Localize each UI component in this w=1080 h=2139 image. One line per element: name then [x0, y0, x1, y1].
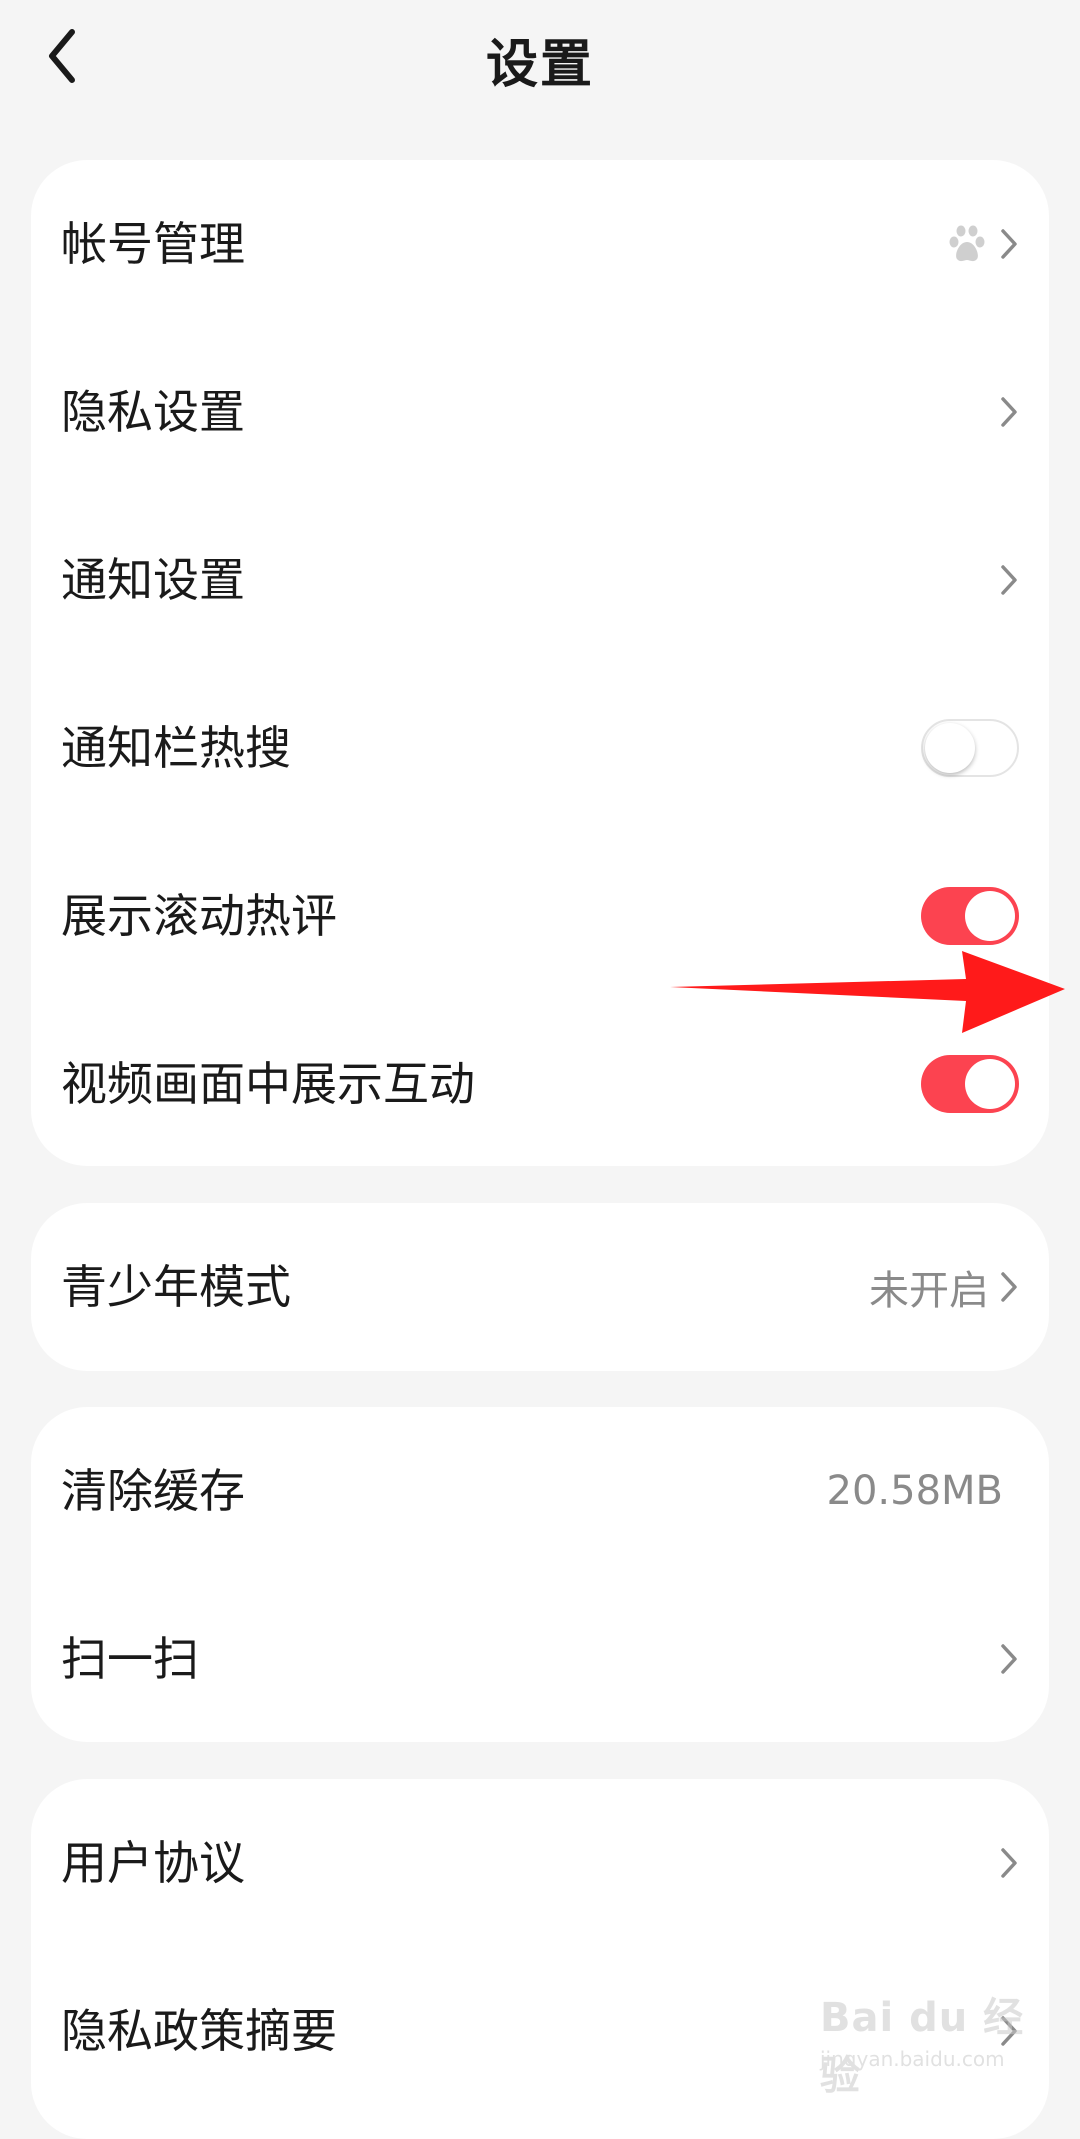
row-label: 清除缓存 — [61, 1464, 245, 1518]
chevron-right-icon — [1001, 1644, 1017, 1674]
settings-row-notification-hot-search: 通知栏热搜 — [31, 664, 1049, 832]
settings-row-video-interaction: 视频画面中展示互动 — [31, 1000, 1049, 1168]
settings-row-privacy-policy-summary[interactable]: 隐私政策摘要 — [31, 1947, 1049, 2115]
settings-row-notification[interactable]: 通知设置 — [31, 496, 1049, 664]
row-label: 隐私政策摘要 — [61, 2004, 337, 2058]
row-label: 扫一扫 — [61, 1632, 199, 1686]
settings-card-tools: 清除缓存 20.58MB 扫一扫 — [31, 1407, 1049, 1742]
row-label: 用户协议 — [61, 1836, 245, 1890]
row-label: 通知栏热搜 — [61, 721, 291, 775]
settings-row-user-agreement[interactable]: 用户协议 — [31, 1779, 1049, 1947]
settings-card-teen: 青少年模式 未开启 — [31, 1203, 1049, 1371]
settings-row-scrolling-comments: 展示滚动热评 — [31, 832, 1049, 1000]
toggle-knob — [965, 1059, 1015, 1109]
chevron-right-icon — [1001, 397, 1017, 427]
video-interaction-toggle[interactable] — [921, 1055, 1019, 1113]
settings-row-clear-cache[interactable]: 清除缓存 20.58MB — [31, 1407, 1049, 1575]
cache-size: 20.58MB — [826, 1468, 1003, 1514]
teen-mode-status: 未开启 — [869, 1268, 989, 1314]
toggle-knob — [965, 891, 1015, 941]
chevron-right-icon — [1001, 565, 1017, 595]
page-title: 设置 — [485, 35, 594, 95]
chevron-right-icon — [1001, 1272, 1017, 1302]
settings-row-teen-mode[interactable]: 青少年模式 未开启 — [31, 1203, 1049, 1371]
settings-row-privacy[interactable]: 隐私设置 — [31, 328, 1049, 496]
settings-row-account[interactable]: 帐号管理 — [31, 160, 1049, 328]
row-label: 帐号管理 — [61, 217, 245, 271]
scrolling-comments-toggle[interactable] — [921, 887, 1019, 945]
row-label: 视频画面中展示互动 — [61, 1057, 475, 1111]
row-label: 通知设置 — [61, 553, 245, 607]
row-label: 青少年模式 — [61, 1260, 291, 1314]
settings-row-scan[interactable]: 扫一扫 — [31, 1575, 1049, 1743]
chevron-right-icon — [1001, 2016, 1017, 2046]
row-label: 隐私设置 — [61, 385, 245, 439]
chevron-right-icon — [1001, 1848, 1017, 1878]
toggle-knob — [925, 723, 975, 773]
baidu-paw-icon — [949, 225, 985, 262]
settings-card-main: 帐号管理 隐私设置 通知设置 通知栏热搜 展示滚动热评 视频画面中展示互动 — [31, 160, 1049, 1166]
settings-card-legal: 用户协议 隐私政策摘要 — [31, 1779, 1049, 2139]
notification-hot-search-toggle[interactable] — [921, 719, 1019, 777]
header: 设置 — [0, 0, 1080, 120]
row-label: 展示滚动热评 — [61, 889, 337, 943]
chevron-right-icon — [1001, 229, 1017, 259]
